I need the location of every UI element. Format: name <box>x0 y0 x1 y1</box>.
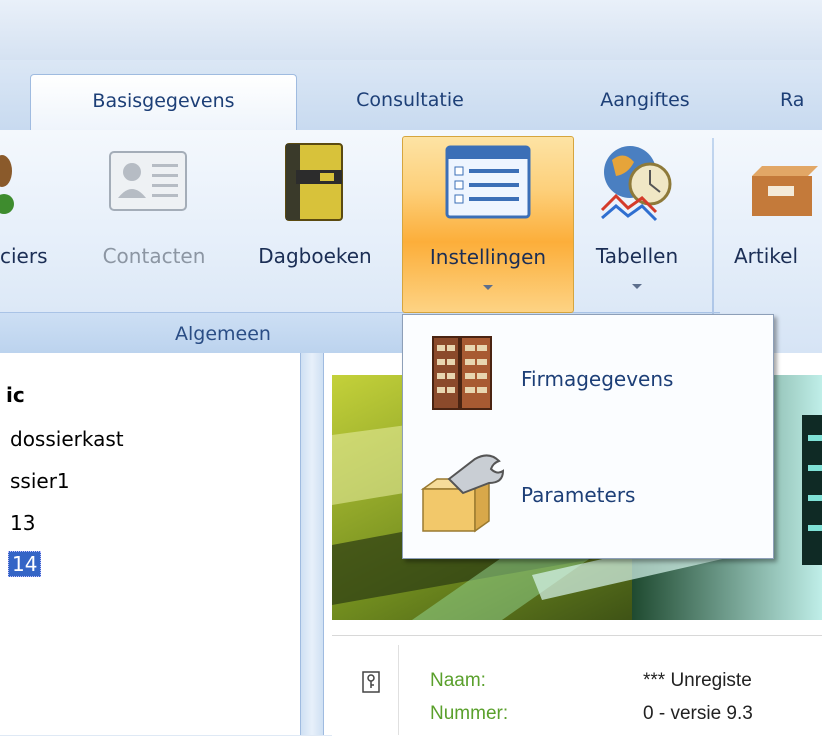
tree-item[interactable]: dossierkast <box>10 427 124 451</box>
tree-item[interactable]: ssier1 <box>10 469 70 493</box>
building-icon <box>432 336 492 410</box>
dagboeken-button[interactable]: Dagboeken <box>232 136 398 311</box>
artikel-button[interactable]: Artikel <box>726 136 822 311</box>
tab-partial-ra[interactable]: Ra <box>780 74 822 130</box>
tabellen-button[interactable]: Tabellen <box>576 136 698 311</box>
nummer-value: 0 - versie 9.3 <box>643 703 753 724</box>
nummer-label: Nummer: <box>430 703 509 724</box>
naam-label: Naam: <box>430 670 486 691</box>
key-icon <box>362 671 380 693</box>
contacten-button[interactable]: Contacten <box>78 136 230 311</box>
dossiers-button[interactable]: ciers <box>0 136 72 311</box>
box-icon <box>752 166 818 216</box>
journal-book-icon <box>285 143 343 221</box>
instellingen-dropdown-menu: Firmagegevens Parameters <box>402 314 774 559</box>
naam-value: *** Unregiste <box>643 670 752 691</box>
instellingen-button[interactable]: Instellingen <box>402 136 574 313</box>
dossiers-label: ciers <box>0 244 48 268</box>
dossier-tree: ic dossierkast ssier1 13 14 <box>0 353 301 735</box>
dossiers-icon <box>0 155 14 214</box>
ribbon-tab-row: Basisgegevens Consultatie Aangiftes Ra <box>0 60 822 132</box>
tree-item-selected[interactable]: 14 <box>8 551 42 577</box>
tab-basisgegevens[interactable]: Basisgegevens <box>30 74 297 132</box>
info-icon-column <box>340 645 399 735</box>
group-label-algemeen: Algemeen <box>175 323 271 345</box>
globe-chart-icon <box>600 146 672 222</box>
tab-consultatie[interactable]: Consultatie <box>320 74 500 130</box>
dagboeken-label: Dagboeken <box>258 244 372 268</box>
tree-item[interactable]: ic <box>6 383 25 407</box>
menu-item-parameters[interactable]: Parameters <box>403 439 773 549</box>
tabellen-label: Tabellen <box>595 244 679 268</box>
tab-aangiftes[interactable]: Aangiftes <box>560 74 730 130</box>
contact-card-icon <box>109 151 187 211</box>
contacten-label: Contacten <box>102 244 206 268</box>
instellingen-label: Instellingen <box>429 245 547 269</box>
chevron-down-icon <box>483 285 493 290</box>
chevron-down-icon <box>632 284 642 289</box>
pane-splitter[interactable] <box>301 353 323 735</box>
menu-item-firmagegevens[interactable]: Firmagegevens <box>403 323 773 433</box>
title-bar <box>0 0 822 60</box>
tree-item[interactable]: 13 <box>10 511 35 535</box>
artikel-label: Artikel <box>734 244 799 268</box>
firmagegevens-label: Firmagegevens <box>521 367 674 391</box>
parameters-label: Parameters <box>521 483 636 507</box>
wrench-box-icon <box>420 454 505 533</box>
settings-list-icon <box>445 145 531 219</box>
